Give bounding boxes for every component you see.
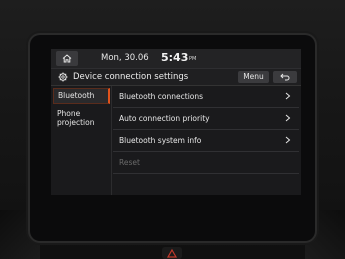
home-icon	[62, 54, 72, 63]
tab-phone-projection[interactable]: Phone projection	[53, 109, 110, 127]
tab-bluetooth[interactable]: Bluetooth	[53, 88, 110, 104]
gear-icon	[58, 72, 68, 82]
list-item-reset[interactable]: Reset	[113, 152, 299, 174]
home-button[interactable]	[56, 51, 78, 66]
clock-time: 5:43	[161, 51, 189, 64]
back-arrow-icon	[280, 73, 290, 81]
clock-ampm: PM	[189, 56, 197, 62]
date-label: Mon, 30.06	[101, 53, 149, 63]
category-tabs: Bluetooth Phone projection	[51, 86, 112, 195]
list-item-label: Reset	[119, 158, 140, 167]
page-title: Device connection settings	[73, 72, 189, 82]
list-item-label: Bluetooth connections	[119, 92, 204, 101]
list-item-label: Bluetooth system info	[119, 136, 202, 145]
chevron-right-icon	[285, 92, 291, 100]
menu-button[interactable]: Menu	[238, 71, 269, 83]
status-bar: Mon, 30.06 5:43 PM	[51, 49, 301, 69]
chevron-right-icon	[285, 114, 291, 122]
title-bar: Device connection settings Menu	[51, 69, 301, 86]
list-item-bluetooth-connections[interactable]: Bluetooth connections	[113, 86, 299, 108]
back-button[interactable]	[273, 71, 297, 83]
hazard-button[interactable]	[162, 247, 182, 259]
infotainment-screen: Mon, 30.06 5:43 PM Device connection set…	[51, 49, 301, 195]
list-item-bluetooth-system-info[interactable]: Bluetooth system info	[113, 130, 299, 152]
chevron-right-icon	[285, 136, 291, 144]
hazard-triangle-icon	[166, 248, 178, 258]
list-item-auto-connection-priority[interactable]: Auto connection priority	[113, 108, 299, 130]
list-item-label: Auto connection priority	[119, 114, 210, 123]
settings-list: Bluetooth connections Auto connection pr…	[113, 86, 301, 195]
